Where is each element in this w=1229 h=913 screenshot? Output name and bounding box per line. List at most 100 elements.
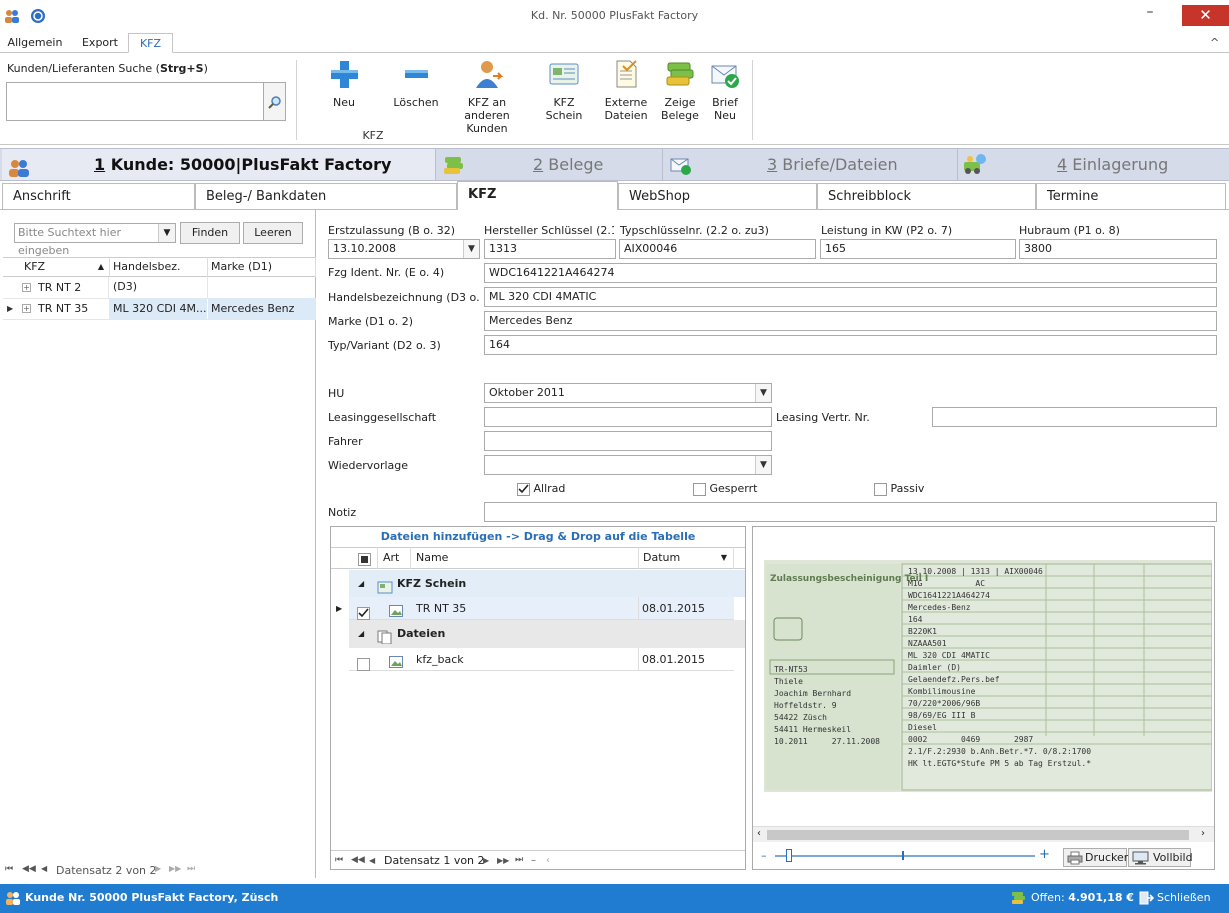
horizontal-scrollbar[interactable]: ‹ › bbox=[753, 826, 1214, 842]
nav-prev-page-icon[interactable]: ◀◀ bbox=[22, 864, 36, 874]
new-letter-button[interactable]: Brief Neu bbox=[706, 58, 744, 122]
nav-prev-icon[interactable]: ◀ bbox=[369, 851, 375, 870]
column-header-name[interactable]: Name bbox=[410, 547, 638, 569]
expand-icon[interactable]: + bbox=[22, 304, 31, 313]
hubraum-field[interactable]: 3800 bbox=[1019, 239, 1217, 259]
nav-next-page-icon[interactable]: ▶▶ bbox=[169, 864, 181, 873]
column-header-art[interactable]: Art bbox=[377, 547, 410, 569]
subtab-kfz[interactable]: KFZ bbox=[457, 181, 618, 210]
chevron-down-icon[interactable]: ▼ bbox=[463, 240, 479, 258]
group-row-kfz-schein[interactable]: ◢ KFZ Schein bbox=[349, 570, 745, 597]
table-row[interactable]: ▶ + TR NT 35 ML 320 CDI 4M... Mercedes B… bbox=[3, 298, 316, 320]
handelsbez-field[interactable]: ML 320 CDI 4MATIC bbox=[484, 287, 1217, 307]
tab-allgemein[interactable]: Allgemein bbox=[6, 33, 64, 53]
subtab-schreibblock[interactable]: Schreibblock bbox=[817, 183, 1036, 209]
erstzulassung-field[interactable]: 13.10.2008 ▼ bbox=[328, 239, 480, 259]
select-all-checkbox[interactable] bbox=[358, 552, 371, 566]
checkbox-icon[interactable] bbox=[693, 482, 706, 496]
fullscreen-button[interactable]: Vollbild bbox=[1128, 848, 1193, 867]
nav-first-icon[interactable]: ⏮ bbox=[5, 864, 13, 874]
tab-belege[interactable]: 2 Belege bbox=[437, 149, 663, 180]
nav-next-icon[interactable]: ▶ bbox=[155, 864, 161, 873]
nav-prev-icon[interactable]: ◀ bbox=[41, 864, 47, 873]
hu-field[interactable]: Oktober 2011 ▼ bbox=[484, 383, 772, 403]
nav-next-page-icon[interactable]: ▶▶ bbox=[497, 851, 509, 870]
collapse-group-icon[interactable]: ◢ bbox=[358, 570, 364, 597]
hersteller-field[interactable]: 1313 bbox=[484, 239, 616, 259]
chevron-down-icon[interactable]: ▼ bbox=[755, 384, 771, 402]
checkbox-checked-icon[interactable] bbox=[517, 482, 530, 496]
filter-dropdown-icon[interactable]: ▼ bbox=[721, 547, 727, 569]
nav-last-icon[interactable]: ⏭ bbox=[515, 851, 523, 870]
delete-button[interactable]: Löschen bbox=[393, 58, 439, 109]
nav-next-icon[interactable]: ▶ bbox=[483, 851, 489, 870]
subtab-termine[interactable]: Termine bbox=[1036, 183, 1226, 209]
typschluessel-field[interactable]: AIX00046 bbox=[619, 239, 816, 259]
typ-field[interactable]: 164 bbox=[484, 335, 1217, 355]
zoom-slider-thumb[interactable] bbox=[786, 849, 792, 862]
find-button[interactable]: Finden bbox=[180, 222, 240, 244]
table-row[interactable]: kfz_back 08.01.2015 bbox=[349, 648, 734, 671]
checkbox-icon[interactable] bbox=[874, 482, 887, 496]
chevron-down-icon[interactable]: ▼ bbox=[755, 456, 771, 474]
chevron-down-icon[interactable]: ▼ bbox=[158, 224, 175, 242]
tab-einlagerung[interactable]: 4 Einlagerung bbox=[959, 149, 1227, 180]
nav-scroll-left-icon[interactable]: ‹ bbox=[546, 851, 550, 870]
exit-icon[interactable] bbox=[1138, 890, 1155, 909]
tab-briefe-dateien[interactable]: 3 Briefe/Dateien bbox=[664, 149, 958, 180]
print-button[interactable]: Drucken bbox=[1063, 848, 1131, 867]
collapse-ribbon-button[interactable]: ^ bbox=[1210, 36, 1219, 49]
subtab-anschrift[interactable]: Anschrift bbox=[2, 183, 195, 209]
row-checkbox[interactable] bbox=[357, 652, 370, 675]
external-files-button[interactable]: Externe Dateien bbox=[603, 58, 649, 122]
column-header-handelsbez[interactable]: Handelsbez. (D3) bbox=[110, 257, 208, 293]
nav-last-icon[interactable]: ⏭ bbox=[187, 864, 195, 874]
leasing-field[interactable] bbox=[484, 407, 772, 427]
zoom-slider[interactable]: – + bbox=[761, 846, 1051, 866]
close-button[interactable]: Schließen bbox=[1157, 891, 1211, 904]
nav-delete-icon[interactable]: – bbox=[531, 851, 536, 870]
fzg-ident-field[interactable]: WDC1641221A464274 bbox=[484, 263, 1217, 283]
fahrer-field[interactable] bbox=[484, 431, 772, 451]
subtab-beleg-bankdaten[interactable]: Beleg-/ Bankdaten bbox=[195, 183, 457, 209]
marke-label: Marke (D1 o. 2) bbox=[328, 315, 414, 328]
search-button[interactable] bbox=[264, 82, 286, 121]
leistung-field[interactable]: 165 bbox=[820, 239, 1016, 259]
zoom-in-icon[interactable]: + bbox=[1039, 847, 1050, 862]
scrollbar-thumb[interactable] bbox=[767, 830, 1189, 840]
marke-field[interactable]: Mercedes Benz bbox=[484, 311, 1217, 331]
subtab-webshop[interactable]: WebShop bbox=[618, 183, 817, 209]
group-row-dateien[interactable]: ◢ Dateien bbox=[349, 620, 745, 648]
zoom-out-icon[interactable]: – bbox=[761, 849, 767, 862]
column-header-datum[interactable]: Datum ▼ bbox=[638, 547, 734, 569]
table-row[interactable]: + TR NT 2 bbox=[3, 277, 316, 299]
wiedervorlage-field[interactable]: ▼ bbox=[484, 455, 772, 475]
show-receipts-button[interactable]: Zeige Belege bbox=[660, 58, 700, 122]
leasing-vertr-field[interactable] bbox=[932, 407, 1217, 427]
clear-button[interactable]: Leeren bbox=[243, 222, 303, 244]
customer-search-input[interactable] bbox=[6, 82, 264, 121]
nav-first-icon[interactable]: ⏮ bbox=[335, 851, 343, 870]
scroll-left-icon[interactable]: ‹ bbox=[757, 828, 761, 839]
move-to-other-customer-button[interactable]: KFZ an anderen Kunden bbox=[446, 58, 528, 135]
passiv-checkbox[interactable]: Passiv bbox=[874, 482, 924, 496]
tab-kfz[interactable]: KFZ bbox=[128, 33, 173, 53]
notiz-field[interactable] bbox=[484, 502, 1217, 522]
gesperrt-checkbox[interactable]: Gesperrt bbox=[693, 482, 757, 496]
list-search-input[interactable]: Bitte Suchtext hier eingeben bbox=[14, 223, 176, 257]
minimize-button[interactable]: – bbox=[1142, 4, 1158, 24]
nav-prev-page-icon[interactable]: ◀◀ bbox=[351, 851, 365, 870]
expand-icon[interactable]: + bbox=[22, 283, 31, 292]
collapse-group-icon[interactable]: ◢ bbox=[358, 620, 364, 648]
document-text-line: Daimler (D) bbox=[908, 663, 961, 672]
tab-kunde[interactable]: 1 Kunde: 50000|PlusFakt Factory bbox=[2, 149, 436, 180]
tab-export[interactable]: Export bbox=[72, 33, 128, 53]
column-header-marke[interactable]: Marke (D1) bbox=[208, 257, 316, 277]
close-window-button[interactable]: ✕ bbox=[1182, 5, 1229, 26]
column-header-kfz[interactable]: KFZ ▲ bbox=[21, 257, 110, 277]
kfz-schein-button[interactable]: KFZ Schein bbox=[535, 58, 593, 122]
new-button[interactable]: Neu bbox=[324, 58, 364, 109]
table-row[interactable]: ▶ TR NT 35 08.01.2015 bbox=[336, 597, 734, 620]
allrad-checkbox[interactable]: Allrad bbox=[517, 482, 565, 496]
scroll-right-icon[interactable]: › bbox=[1201, 828, 1205, 839]
